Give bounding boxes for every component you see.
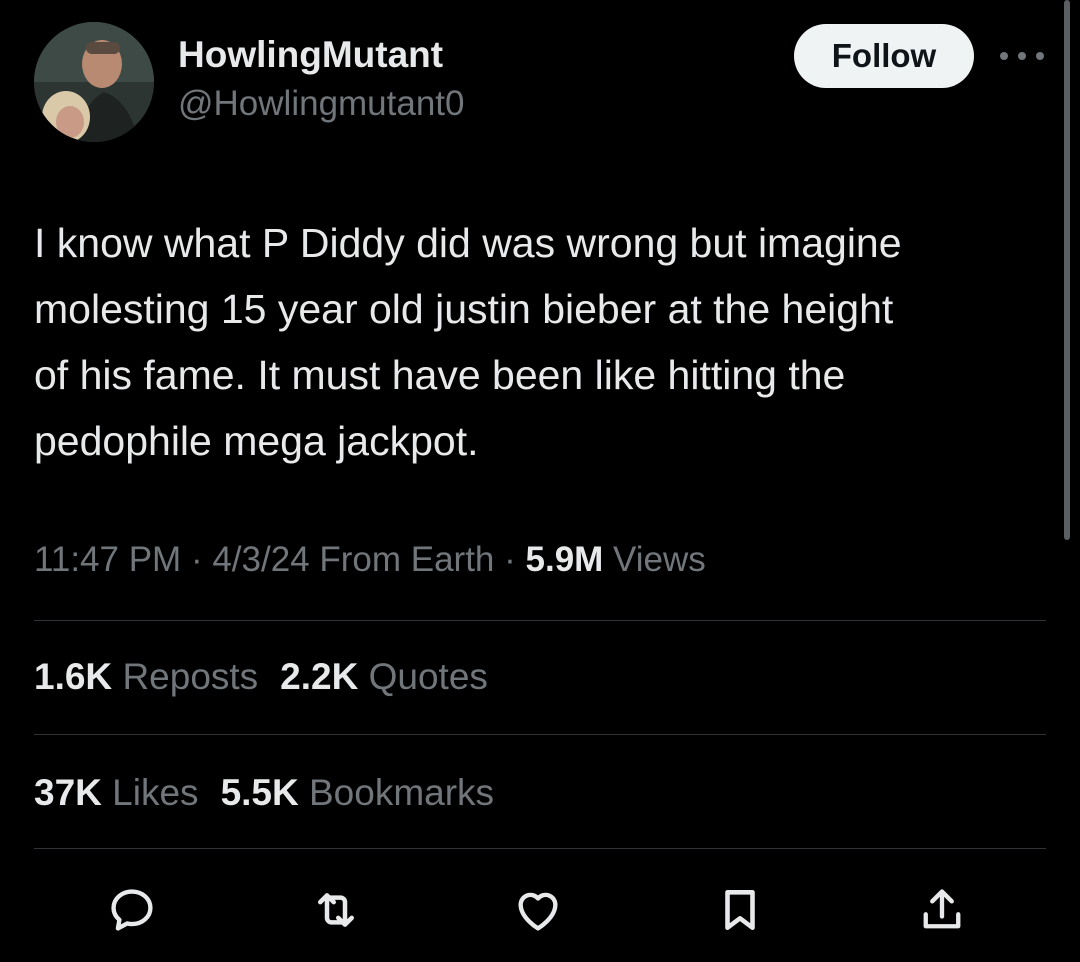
share-icon bbox=[923, 889, 961, 929]
avatar[interactable] bbox=[34, 22, 154, 142]
tweet-text: I know what P Diddy did was wrong but im… bbox=[34, 220, 902, 464]
reply-button[interactable] bbox=[100, 878, 164, 942]
tweet-date[interactable]: 4/3/24 bbox=[212, 540, 309, 579]
reposts-label: Reposts bbox=[122, 656, 259, 697]
stats-row-likes-bookmarks: 37K Likes 5.5K Bookmarks bbox=[34, 772, 494, 814]
tweet-source: From Earth bbox=[309, 540, 495, 579]
divider bbox=[34, 848, 1046, 849]
tweet-meta: 11:47 PM · 4/3/24 From Earth · 5.9M View… bbox=[34, 540, 706, 580]
views-count: 5.9M bbox=[525, 540, 604, 579]
divider bbox=[34, 734, 1046, 735]
user-handle[interactable]: @Howlingmutant0 bbox=[178, 84, 465, 124]
reply-icon bbox=[111, 889, 153, 931]
share-button[interactable] bbox=[910, 878, 974, 942]
repost-icon bbox=[318, 893, 354, 927]
quotes-stat[interactable]: 2.2K Quotes bbox=[280, 656, 488, 697]
repost-button[interactable] bbox=[304, 878, 368, 942]
views-label: Views bbox=[603, 540, 706, 579]
avatar-photo bbox=[34, 22, 154, 142]
likes-stat[interactable]: 37K Likes bbox=[34, 772, 199, 813]
likes-count: 37K bbox=[34, 772, 102, 813]
divider bbox=[34, 620, 1046, 621]
bookmarks-stat[interactable]: 5.5K Bookmarks bbox=[221, 772, 495, 813]
tweet-time[interactable]: 11:47 PM bbox=[34, 540, 181, 579]
display-name[interactable]: HowlingMutant bbox=[178, 34, 443, 76]
meta-separator: · bbox=[181, 540, 213, 579]
bookmark-icon bbox=[725, 890, 755, 930]
bookmarks-label: Bookmarks bbox=[309, 772, 495, 813]
like-button[interactable] bbox=[506, 878, 570, 942]
bookmarks-count: 5.5K bbox=[220, 772, 299, 813]
quotes-label: Quotes bbox=[368, 656, 488, 697]
reposts-stat[interactable]: 1.6K Reposts bbox=[34, 656, 258, 697]
stats-row-reposts-quotes: 1.6K Reposts 2.2K Quotes bbox=[34, 656, 488, 698]
reposts-count: 1.6K bbox=[34, 656, 113, 697]
meta-separator: · bbox=[494, 540, 526, 579]
more-horizontal-icon[interactable] bbox=[1000, 44, 1044, 68]
action-bar bbox=[0, 878, 1080, 942]
bookmark-button[interactable] bbox=[708, 878, 772, 942]
scrollbar[interactable] bbox=[1064, 0, 1070, 540]
follow-button[interactable]: Follow bbox=[794, 24, 974, 88]
quotes-count: 2.2K bbox=[280, 656, 359, 697]
heart-icon bbox=[518, 892, 558, 931]
likes-label: Likes bbox=[112, 772, 199, 813]
